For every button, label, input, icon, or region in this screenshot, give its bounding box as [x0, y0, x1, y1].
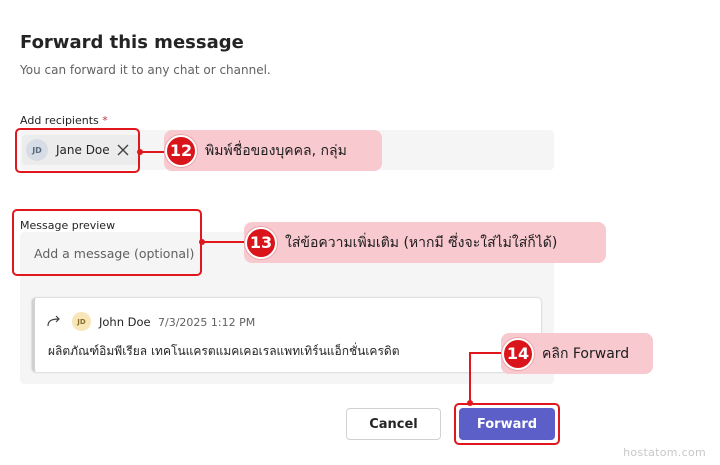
callout-text: พิมพ์ชื่อของบุคคล, กลุ่ม — [205, 142, 347, 159]
callout-number: 12 — [165, 134, 197, 167]
callout-number: 13 — [245, 226, 277, 259]
callout-14: 14 คลิก Forward — [501, 333, 653, 374]
callout-12: 12 พิมพ์ชื่อของบุคคล, กลุ่ม — [164, 130, 382, 171]
callout-text: ใส่ข้อความเพิ่มเติม (หากมี ซึ่งจะใส่ไม่ใ… — [285, 234, 558, 251]
callout-text: คลิก Forward — [542, 345, 630, 362]
callout-number: 14 — [502, 337, 534, 370]
callout-13: 13 ใส่ข้อความเพิ่มเติม (หากมี ซึ่งจะใส่ไ… — [244, 222, 606, 263]
watermark: hostatom.com — [623, 446, 706, 459]
